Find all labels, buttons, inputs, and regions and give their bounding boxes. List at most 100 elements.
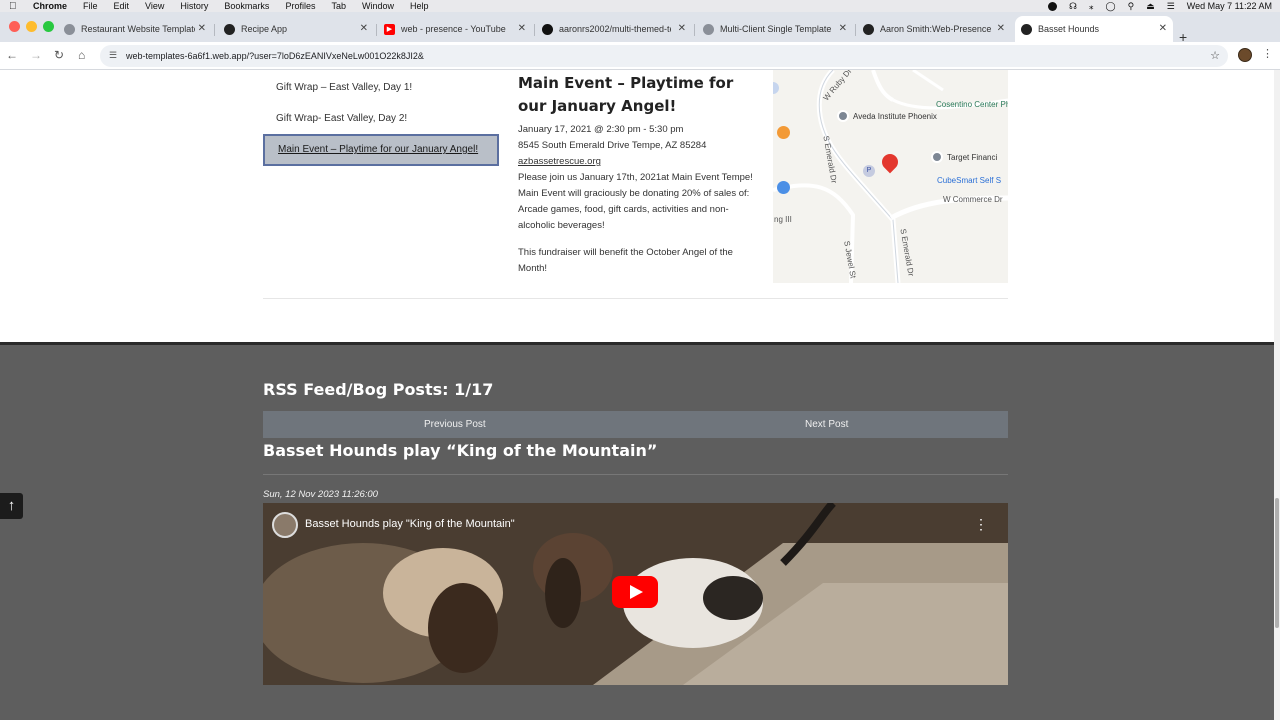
tab-aaron-smith[interactable]: Aaron Smith:Web-Presence L ✕ [857,16,1011,42]
event-list-item-selected[interactable]: Main Event – Playtime for our January An… [263,134,499,166]
post-divider [263,474,1008,475]
record-icon[interactable] [1048,1,1058,11]
scroll-to-top-button[interactable]: ↑ [0,493,23,519]
close-tab-icon[interactable]: ✕ [198,23,206,34]
url-text[interactable]: web-templates-6a6f1.web.app/?user=7loD6z… [126,51,424,61]
site-icon [1021,23,1032,35]
zoom-window-button[interactable] [43,21,54,32]
google-map[interactable]: W Ruby Dr Cosentino Center Phoe Aveda In… [773,70,1008,283]
play-button[interactable] [612,576,658,608]
menu-tab[interactable]: Tab [331,1,346,11]
section-divider [263,298,1008,299]
search-icon[interactable]: ⚲ [1128,1,1135,12]
tab-divider [855,24,856,36]
site-settings-icon[interactable]: ☰ [109,50,117,61]
tab-basset-hounds[interactable]: Basset Hounds ✕ [1015,16,1173,42]
tab-title: Multi-Client Single Template [720,24,832,34]
globe-icon [703,23,714,35]
restaurant-pin-icon[interactable] [777,126,790,139]
tab-recipe-app[interactable]: Recipe App ✕ [218,16,374,42]
video-title[interactable]: Basset Hounds play "King of the Mountain… [305,518,515,530]
back-arrow-icon[interactable]: ← [6,48,18,62]
close-tab-icon[interactable]: ✕ [678,23,686,34]
post-navigation: Previous Post Next Post [263,411,1008,438]
channel-avatar[interactable] [272,512,298,538]
page-scrollbar[interactable] [1274,70,1280,720]
menu-file[interactable]: File [83,1,98,11]
bluetooth-icon[interactable]: ⁎ [1089,1,1094,12]
close-window-button[interactable] [9,21,20,32]
address-bar[interactable]: ☰ web-templates-6a6f1.web.app/?user=7loD… [100,45,1228,67]
close-tab-icon[interactable]: ✕ [1159,23,1167,34]
menu-help[interactable]: Help [410,1,429,11]
bookmark-star-icon[interactable]: ☆ [1210,49,1220,62]
event-list-item[interactable]: Gift Wrap- East Valley, Day 2! [263,103,499,135]
video-more-icon[interactable]: ⋮ [974,516,988,533]
map-pin-icon[interactable] [837,110,849,122]
youtube-video-embed[interactable]: Basset Hounds play "King of the Mountain… [263,503,1008,685]
scrollbar-thumb[interactable] [1275,498,1279,628]
headphones-icon[interactable]: ☊ [1069,1,1077,12]
tab-divider [376,24,377,36]
window-controls [9,21,54,32]
next-post-button[interactable]: Next Post [805,419,848,430]
tab-divider [214,24,215,36]
profile-avatar[interactable] [1238,48,1252,62]
rss-feed-section: RSS Feed/Bog Posts: 1/17 Previous Post N… [0,342,1274,720]
eject-icon[interactable]: ⏏ [1146,1,1155,12]
tab-github[interactable]: aaronrs2002/multi-themed-te ✕ [536,16,692,42]
chrome-menu-icon[interactable]: ⋮ [1262,47,1273,60]
tab-title: Aaron Smith:Web-Presence L [880,24,992,34]
tab-strip: Restaurant Website Template ✕ Recipe App… [0,12,1280,45]
previous-post-button[interactable]: Previous Post [424,419,486,430]
minimize-window-button[interactable] [26,21,37,32]
close-tab-icon[interactable]: ✕ [518,23,526,34]
menu-window[interactable]: Window [362,1,394,11]
event-title: Main Event – Playtime for our January An… [518,74,734,115]
tab-youtube[interactable]: ▶ web - presence - YouTube ✕ [378,16,532,42]
event-link[interactable]: azbassetrescue.org [518,156,601,167]
wifi-icon[interactable]: ◯ [1106,1,1116,12]
site-icon [224,23,235,35]
event-datetime: January 17, 2021 @ 2:30 pm - 5:30 pm [518,124,684,135]
apple-icon[interactable]:  [9,1,23,12]
forward-arrow-icon[interactable]: → [30,48,42,62]
post-title: Basset Hounds play “King of the Mountain… [263,441,658,460]
event-description: Please join us January 17th, 2021at Main… [518,172,753,231]
menu-clock[interactable]: Wed May 7 11:22 AM [1187,1,1272,11]
map-label: Cosentino Center Phoe [936,100,1008,109]
github-icon [542,23,553,35]
map-label: CubeSmart Self S [937,176,1002,185]
tab-multi-client[interactable]: Multi-Client Single Template ✕ [697,16,853,42]
macos-menu-bar:  Chrome File Edit View History Bookmark… [0,0,1280,12]
tab-divider [534,24,535,36]
youtube-icon: ▶ [384,23,395,35]
map-label: Target Financi [947,153,998,162]
parking-icon[interactable]: P [863,165,875,177]
reload-icon[interactable]: ↻ [54,48,64,62]
map-pin-icon[interactable] [931,151,943,163]
close-tab-icon[interactable]: ✕ [839,23,847,34]
shop-pin-icon[interactable] [777,181,790,194]
control-center-icon[interactable]: ☰ [1167,1,1175,12]
menu-edit[interactable]: Edit [114,1,130,11]
tab-restaurant-template[interactable]: Restaurant Website Template ✕ [58,16,212,42]
browser-toolbar: ← → ↻ ⌂ ☰ web-templates-6a6f1.web.app/?u… [0,42,1280,70]
home-icon[interactable]: ⌂ [78,48,85,62]
event-list-item[interactable]: Gift Wrap – East Valley, Day 1! [263,72,499,104]
close-tab-icon[interactable]: ✕ [360,23,368,34]
map-label: ng III [774,215,792,224]
site-icon [863,23,874,35]
menu-bookmarks[interactable]: Bookmarks [224,1,269,11]
globe-icon [64,23,75,35]
event-address: 8545 South Emerald Drive Tempe, AZ 85284 [518,140,707,151]
tab-title: Basset Hounds [1038,24,1100,34]
post-date: Sun, 12 Nov 2023 11:26:00 [263,489,378,500]
close-tab-icon[interactable]: ✕ [997,23,1005,34]
menu-app[interactable]: Chrome [33,1,67,11]
rss-heading: RSS Feed/Bog Posts: 1/17 [263,380,494,399]
menu-profiles[interactable]: Profiles [285,1,315,11]
menu-view[interactable]: View [145,1,164,11]
menu-history[interactable]: History [180,1,208,11]
event-note: This fundraiser will benefit the October… [518,247,733,274]
